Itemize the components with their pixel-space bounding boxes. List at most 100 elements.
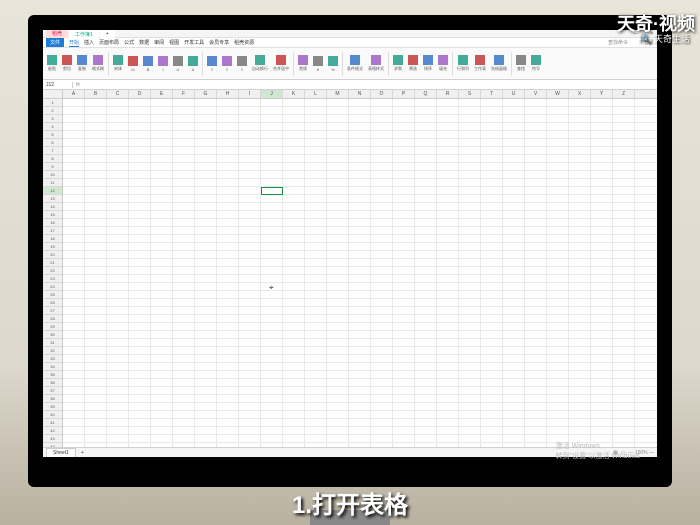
ribbon-btn-2[interactable]: 复制	[75, 54, 89, 73]
ribbon-btn-8[interactable]: I	[156, 55, 170, 73]
row-header-26[interactable]: 26	[43, 299, 62, 307]
ribbon-btn-26[interactable]: 筛选	[406, 54, 420, 73]
ribbon-btn-16[interactable]: 合并居中	[271, 54, 291, 73]
col-header-V[interactable]: V	[525, 90, 547, 98]
ribbon-btn-20[interactable]: %	[326, 55, 340, 73]
col-header-P[interactable]: P	[393, 90, 415, 98]
fx-icon[interactable]: fx	[73, 82, 83, 88]
search-commands[interactable]: 查找命令	[608, 39, 628, 46]
row-header-32[interactable]: 32	[43, 347, 62, 355]
col-header-L[interactable]: L	[305, 90, 327, 98]
ribbon-btn-5[interactable]: 宋体	[111, 54, 125, 73]
row-header-29[interactable]: 29	[43, 323, 62, 331]
row-header-22[interactable]: 22	[43, 267, 62, 275]
row-header-38[interactable]: 38	[43, 395, 62, 403]
ribbon-btn-7[interactable]: B	[141, 55, 155, 73]
row-header-43[interactable]: 43	[43, 435, 62, 443]
row-header-41[interactable]: 41	[43, 419, 62, 427]
ribbon-btn-12[interactable]: ≡	[205, 55, 219, 73]
ribbon-btn-23[interactable]: 表格样式	[366, 54, 386, 73]
menu-resource[interactable]: 稻壳资源	[234, 39, 254, 46]
ribbon-btn-10[interactable]: A	[186, 55, 200, 73]
col-header-T[interactable]: T	[481, 90, 503, 98]
row-header-10[interactable]: 10	[43, 171, 62, 179]
row-header-6[interactable]: 6	[43, 139, 62, 147]
col-header-I[interactable]: I	[239, 90, 261, 98]
row-header-35[interactable]: 35	[43, 371, 62, 379]
row-header-11[interactable]: 11	[43, 179, 62, 187]
col-header-J[interactable]: J	[261, 90, 283, 98]
ribbon-btn-28[interactable]: 填充	[436, 54, 450, 73]
col-header-D[interactable]: D	[129, 90, 151, 98]
ribbon-btn-32[interactable]: 冻结窗格	[489, 54, 509, 73]
row-header-31[interactable]: 31	[43, 339, 62, 347]
menu-file[interactable]: 文件	[46, 38, 64, 47]
row-header-7[interactable]: 7	[43, 147, 62, 155]
col-header-U[interactable]: U	[503, 90, 525, 98]
menu-home[interactable]: 开始	[69, 39, 79, 47]
col-header-Z[interactable]: Z	[613, 90, 635, 98]
row-header-37[interactable]: 37	[43, 387, 62, 395]
col-header-M[interactable]: M	[327, 90, 349, 98]
row-header-14[interactable]: 14	[43, 203, 62, 211]
row-header-44[interactable]: 44	[43, 443, 62, 447]
menu-review[interactable]: 审阅	[154, 39, 164, 46]
row-header-17[interactable]: 17	[43, 227, 62, 235]
col-header-F[interactable]: F	[173, 90, 195, 98]
row-header-19[interactable]: 19	[43, 243, 62, 251]
col-header-O[interactable]: O	[371, 90, 393, 98]
row-header-13[interactable]: 13	[43, 195, 62, 203]
cells-area[interactable]: ⌖	[63, 99, 657, 447]
col-header-E[interactable]: E	[151, 90, 173, 98]
row-header-28[interactable]: 28	[43, 315, 62, 323]
row-header-30[interactable]: 30	[43, 331, 62, 339]
ribbon-btn-0[interactable]: 粘贴	[45, 54, 59, 73]
col-header-W[interactable]: W	[547, 90, 569, 98]
col-header-Y[interactable]: Y	[591, 90, 613, 98]
ribbon-btn-30[interactable]: 行和列	[455, 54, 471, 73]
row-header-23[interactable]: 23	[43, 275, 62, 283]
row-header-9[interactable]: 9	[43, 163, 62, 171]
row-header-8[interactable]: 8	[43, 155, 62, 163]
menu-insert[interactable]: 插入	[84, 39, 94, 46]
col-header-X[interactable]: X	[569, 90, 591, 98]
col-header-B[interactable]: B	[85, 90, 107, 98]
row-header-16[interactable]: 16	[43, 219, 62, 227]
ribbon-btn-9[interactable]: U	[171, 55, 185, 73]
new-tab-button[interactable]: +	[100, 30, 115, 38]
row-header-5[interactable]: 5	[43, 131, 62, 139]
col-header-A[interactable]: A	[63, 90, 85, 98]
row-header-24[interactable]: 24	[43, 283, 62, 291]
menu-formula[interactable]: 公式	[124, 39, 134, 46]
row-header-34[interactable]: 34	[43, 363, 62, 371]
row-header-15[interactable]: 15	[43, 211, 62, 219]
col-header-C[interactable]: C	[107, 90, 129, 98]
menu-member[interactable]: 会员专享	[209, 39, 229, 46]
menu-layout[interactable]: 页面布局	[99, 39, 119, 46]
ribbon-btn-31[interactable]: 工作表	[472, 54, 488, 73]
col-header-K[interactable]: K	[283, 90, 305, 98]
add-sheet-button[interactable]: +	[81, 450, 84, 456]
col-header-Q[interactable]: Q	[415, 90, 437, 98]
ribbon-btn-27[interactable]: 排序	[421, 54, 435, 73]
col-header-R[interactable]: R	[437, 90, 459, 98]
menu-data[interactable]: 数据	[139, 39, 149, 46]
name-box[interactable]: J12	[43, 82, 73, 88]
row-header-3[interactable]: 3	[43, 115, 62, 123]
ribbon-btn-35[interactable]: 符号	[529, 54, 543, 73]
row-header-39[interactable]: 39	[43, 403, 62, 411]
col-header-S[interactable]: S	[459, 90, 481, 98]
doc-tab-1[interactable]: 稻壳	[46, 30, 68, 38]
ribbon-btn-22[interactable]: 条件格式	[345, 54, 365, 73]
menu-view[interactable]: 视图	[169, 39, 179, 46]
ribbon-btn-14[interactable]: ≡	[235, 55, 249, 73]
sheet-tab[interactable]: Sheet1	[46, 448, 76, 457]
ribbon-btn-6[interactable]: 11	[126, 55, 140, 73]
ribbon-btn-18[interactable]: 常规	[296, 54, 310, 73]
row-header-25[interactable]: 25	[43, 291, 62, 299]
row-header-20[interactable]: 20	[43, 251, 62, 259]
col-header-H[interactable]: H	[217, 90, 239, 98]
spreadsheet-grid[interactable]: ABCDEFGHIJKLMNOPQRSTUVWXYZ 1234567891011…	[43, 90, 657, 447]
col-header-G[interactable]: G	[195, 90, 217, 98]
ribbon-btn-34[interactable]: 查找	[514, 54, 528, 73]
